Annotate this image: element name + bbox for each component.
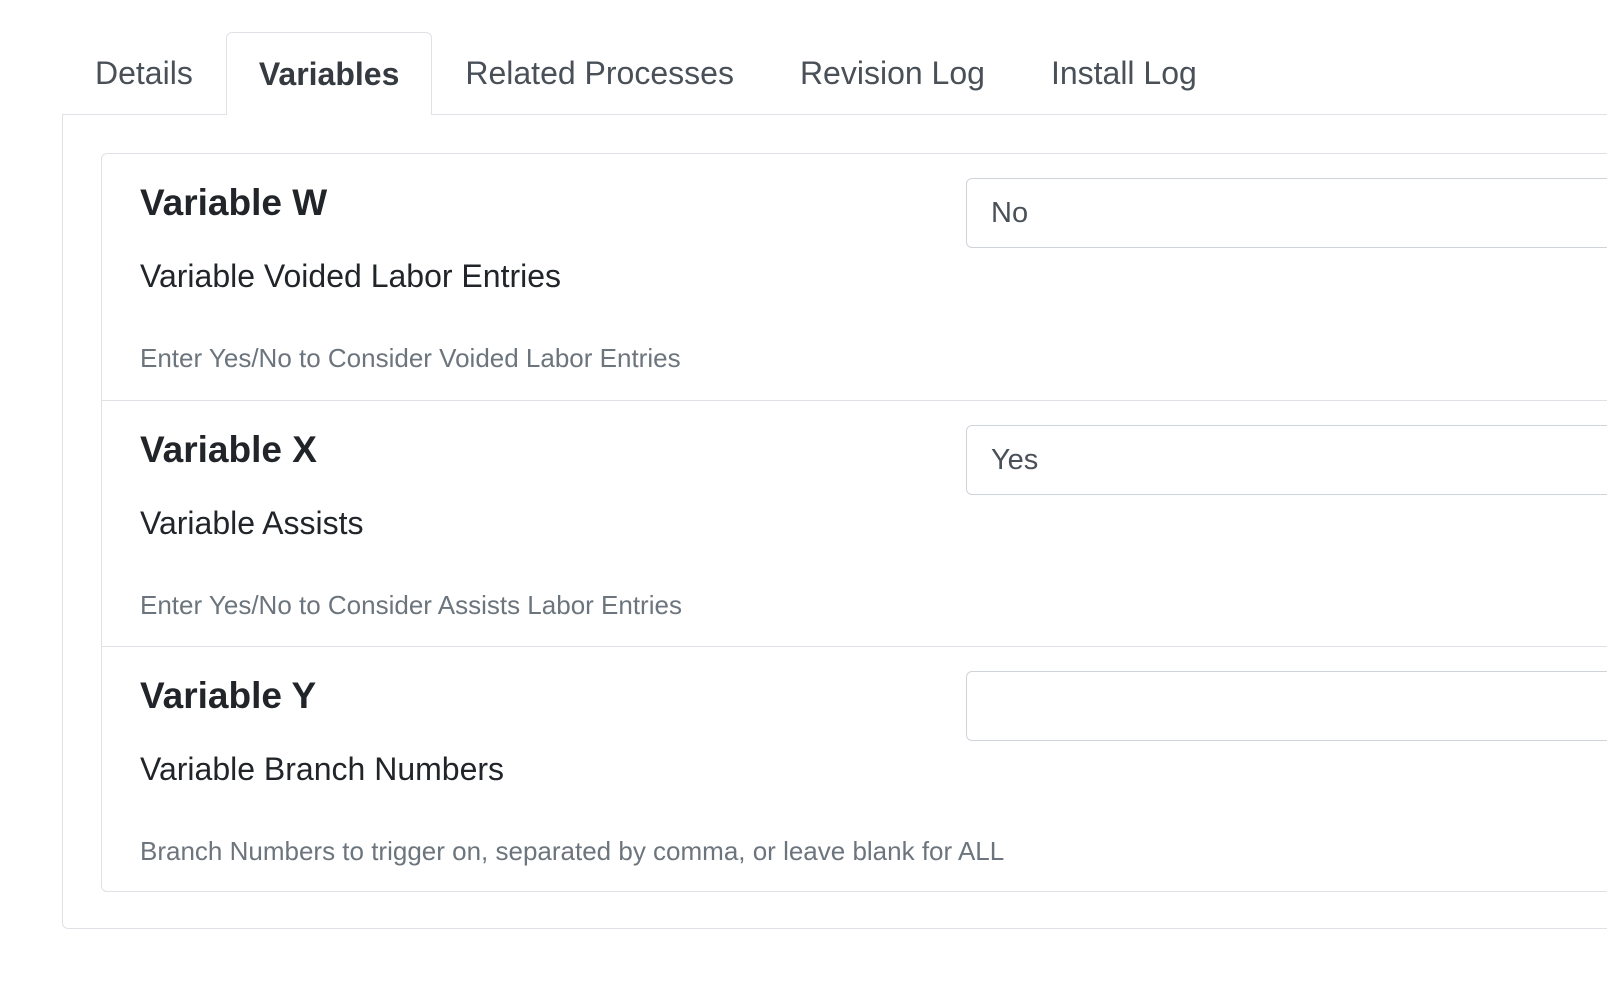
variable-row-w: Variable W Variable Voided Labor Entries… bbox=[102, 154, 1607, 400]
variable-name: Variable Y bbox=[140, 675, 317, 716]
variables-list: Variable W Variable Voided Labor Entries… bbox=[101, 153, 1607, 892]
variable-row-x: Variable X Variable Assists Enter Yes/No… bbox=[102, 400, 1607, 646]
tab-revision-log[interactable]: Revision Log bbox=[767, 32, 1018, 114]
variable-x-input[interactable] bbox=[966, 425, 1607, 495]
variables-tab-pane: Variable W Variable Voided Labor Entries… bbox=[62, 114, 1607, 929]
variable-row-y: Variable Y Variable Branch Numbers Branc… bbox=[102, 646, 1607, 892]
variable-w-input[interactable] bbox=[966, 178, 1607, 248]
tab-related-processes[interactable]: Related Processes bbox=[432, 32, 767, 114]
tab-details[interactable]: Details bbox=[62, 32, 226, 114]
variable-help-text: Branch Numbers to trigger on, separated … bbox=[140, 836, 1005, 866]
variable-label: Variable Voided Labor Entries bbox=[140, 258, 562, 294]
variable-help-text: Enter Yes/No to Consider Voided Labor En… bbox=[140, 343, 681, 373]
tab-install-log[interactable]: Install Log bbox=[1018, 32, 1230, 114]
tab-variables[interactable]: Variables bbox=[225, 32, 433, 115]
variable-label: Variable Assists bbox=[140, 505, 364, 541]
variable-y-input[interactable] bbox=[966, 671, 1607, 741]
tab-bar: Details Variables Related Processes Revi… bbox=[62, 32, 1230, 115]
variable-name: Variable X bbox=[140, 429, 317, 470]
variable-name: Variable W bbox=[140, 182, 328, 223]
variable-label: Variable Branch Numbers bbox=[140, 751, 505, 787]
variable-help-text: Enter Yes/No to Consider Assists Labor E… bbox=[140, 590, 682, 620]
